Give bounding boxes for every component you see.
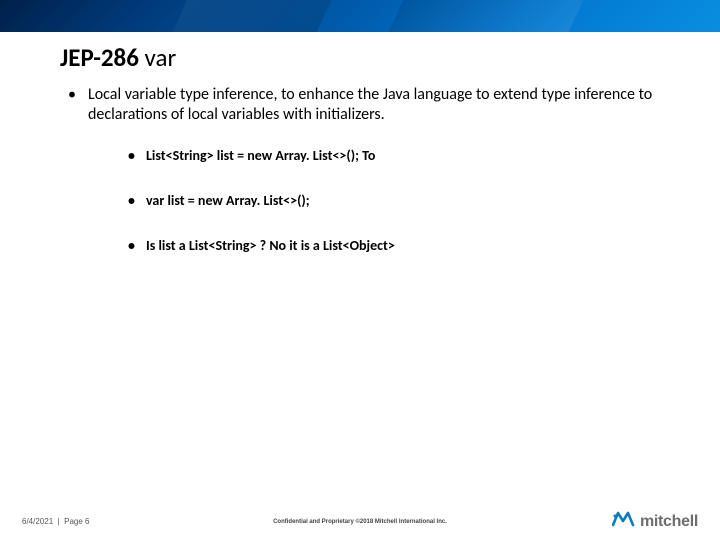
sub-bullet-1: var list = new Array. List<>(); xyxy=(124,192,660,211)
footer-sep: | xyxy=(55,517,64,526)
footer-logo-area: mitchell xyxy=(612,511,698,532)
bullet-main-text: Local variable type inference, to enhanc… xyxy=(88,85,652,124)
sub-bullet-2: Is list a List<String> ? No it is a List… xyxy=(124,237,660,256)
content-area: Local variable type inference, to enhanc… xyxy=(0,83,720,256)
footer-page: Page 6 xyxy=(64,517,89,526)
sub-bullet-0: List<String> list = new Array. List<>();… xyxy=(124,147,660,166)
footer-confidential: Confidential and Proprietary ©2018 Mitch… xyxy=(273,519,447,525)
bullet-list: Local variable type inference, to enhanc… xyxy=(60,85,660,256)
footer-left: 6/4/2021 | Page 6 xyxy=(0,517,89,526)
title-rest: var xyxy=(139,42,176,73)
footer: 6/4/2021 | Page 6 Confidential and Propr… xyxy=(0,517,720,526)
logo-mark-icon xyxy=(612,511,636,532)
slide-title: JEP-286 var xyxy=(0,32,720,83)
logo: mitchell xyxy=(612,511,698,532)
bullet-main: Local variable type inference, to enhanc… xyxy=(60,85,660,256)
sub-bullet-list: List<String> list = new Array. List<>();… xyxy=(88,147,660,256)
header-bar xyxy=(0,0,720,32)
footer-date: 6/4/2021 xyxy=(22,517,53,526)
logo-text: mitchell xyxy=(640,513,698,531)
title-bold: JEP-286 xyxy=(60,42,139,73)
